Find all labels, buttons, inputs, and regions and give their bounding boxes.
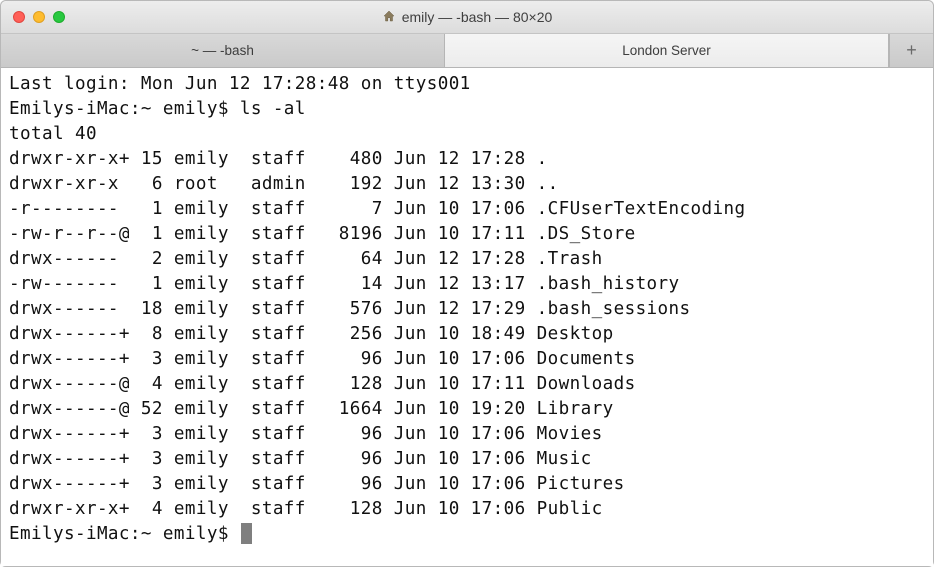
cursor bbox=[241, 523, 252, 544]
window-title: emily — -bash — 80×20 bbox=[1, 9, 933, 26]
traffic-lights bbox=[1, 11, 65, 23]
titlebar[interactable]: emily — -bash — 80×20 bbox=[1, 1, 933, 34]
tab-bash[interactable]: ~ — -bash bbox=[1, 34, 445, 67]
window-title-text: emily — -bash — 80×20 bbox=[402, 9, 553, 25]
tab-london-server[interactable]: London Server bbox=[445, 34, 889, 67]
plus-icon: + bbox=[906, 40, 917, 61]
terminal-window: emily — -bash — 80×20 ~ — -bash London S… bbox=[0, 0, 934, 567]
tab-label: ~ — -bash bbox=[191, 43, 254, 58]
close-button[interactable] bbox=[13, 11, 25, 23]
terminal-viewport[interactable]: Last login: Mon Jun 12 17:28:48 on ttys0… bbox=[1, 68, 933, 566]
tab-label: London Server bbox=[622, 43, 711, 58]
minimize-button[interactable] bbox=[33, 11, 45, 23]
home-icon bbox=[382, 9, 396, 26]
prompt-line[interactable]: Emilys-iMac:~ emily$ bbox=[9, 522, 925, 547]
new-tab-button[interactable]: + bbox=[889, 34, 933, 67]
maximize-button[interactable] bbox=[53, 11, 65, 23]
tabbar: ~ — -bash London Server + bbox=[1, 34, 933, 68]
